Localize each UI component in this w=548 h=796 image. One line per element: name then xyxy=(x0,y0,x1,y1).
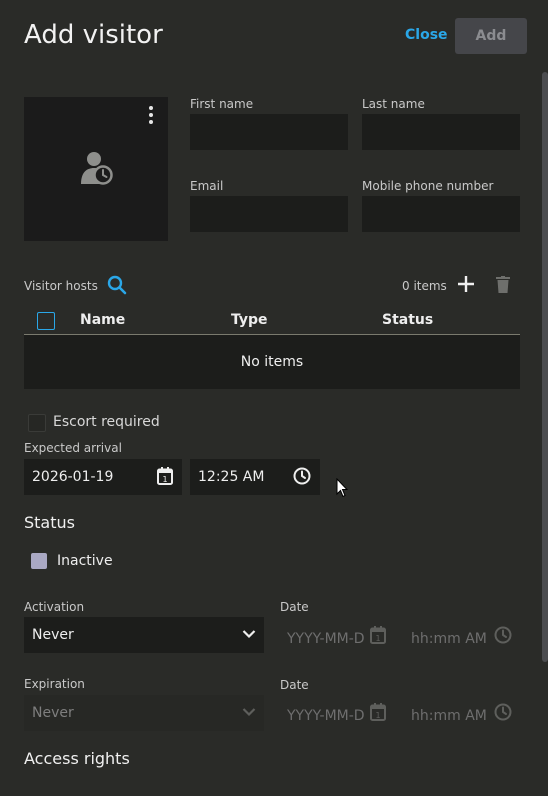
escort-required-checkbox[interactable] xyxy=(28,414,46,432)
dialog-title: Add visitor xyxy=(24,20,163,50)
activation-value: Never xyxy=(32,627,74,643)
kebab-menu-icon[interactable] xyxy=(148,106,154,124)
close-button[interactable]: Close xyxy=(405,27,448,43)
first-name-label: First name xyxy=(190,97,254,111)
column-type[interactable]: Type xyxy=(231,312,268,328)
activation-date-label: Date xyxy=(280,600,309,614)
expiration-date-placeholder: YYYY-MM-D xyxy=(287,708,365,724)
mobile-phone-field[interactable] xyxy=(362,196,520,232)
expiration-label: Expiration xyxy=(24,677,85,691)
svg-text:1: 1 xyxy=(162,475,167,484)
email-field[interactable] xyxy=(190,196,348,232)
mouse-cursor-icon xyxy=(336,477,349,502)
first-name-field[interactable] xyxy=(190,114,348,150)
column-status[interactable]: Status xyxy=(382,312,433,328)
calendar-icon[interactable]: 1 xyxy=(370,703,386,725)
clock-icon[interactable] xyxy=(494,703,512,725)
expiration-date-field[interactable]: YYYY-MM-D xyxy=(287,705,365,724)
visitor-icon xyxy=(80,150,114,190)
expiration-select[interactable]: Never xyxy=(24,695,264,731)
expiration-time-placeholder: hh:mm AM xyxy=(411,708,487,724)
search-icon[interactable] xyxy=(107,275,127,299)
activation-time-placeholder: hh:mm AM xyxy=(411,631,487,647)
clock-icon[interactable] xyxy=(293,467,311,489)
last-name-field[interactable] xyxy=(362,114,520,150)
expected-arrival-label: Expected arrival xyxy=(24,441,122,455)
inactive-label: Inactive xyxy=(57,553,113,569)
email-label: Email xyxy=(190,179,224,193)
activation-label: Activation xyxy=(24,600,85,614)
clock-icon[interactable] xyxy=(494,626,512,648)
expiration-value: Never xyxy=(32,705,74,721)
activation-select[interactable]: Never xyxy=(24,617,264,653)
scrollbar-thumb[interactable] xyxy=(542,72,548,662)
calendar-icon[interactable]: 1 xyxy=(157,467,173,489)
expiration-time-field[interactable]: hh:mm AM xyxy=(411,705,487,724)
chevron-down-icon xyxy=(242,627,256,643)
visitor-hosts-label: Visitor hosts xyxy=(24,279,98,293)
svg-text:1: 1 xyxy=(375,711,380,720)
chevron-down-icon xyxy=(242,705,256,721)
hosts-empty-message: No items xyxy=(24,335,520,389)
inactive-checkbox[interactable] xyxy=(31,553,47,569)
column-name[interactable]: Name xyxy=(80,312,125,328)
last-name-label: Last name xyxy=(362,97,425,111)
expiration-date-label: Date xyxy=(280,678,309,692)
arrival-date-value: 2026-01-19 xyxy=(32,469,114,485)
trash-icon[interactable] xyxy=(496,276,510,297)
svg-text:1: 1 xyxy=(375,634,380,643)
hosts-table-header: Name Type Status xyxy=(24,306,520,335)
activation-time-field[interactable]: hh:mm AM xyxy=(411,628,487,647)
activation-date-field[interactable]: YYYY-MM-D xyxy=(287,628,365,647)
activation-date-placeholder: YYYY-MM-D xyxy=(287,631,365,647)
mobile-phone-label: Mobile phone number xyxy=(362,179,494,193)
hosts-count: 0 items xyxy=(402,279,447,293)
status-heading: Status xyxy=(24,513,75,532)
escort-required-label: Escort required xyxy=(53,414,160,430)
select-all-checkbox[interactable] xyxy=(37,312,55,330)
add-button[interactable]: Add xyxy=(455,18,527,54)
calendar-icon[interactable]: 1 xyxy=(370,626,386,648)
access-rights-heading: Access rights xyxy=(24,749,130,768)
arrival-time-value: 12:25 AM xyxy=(198,469,265,485)
plus-icon[interactable] xyxy=(457,275,475,297)
